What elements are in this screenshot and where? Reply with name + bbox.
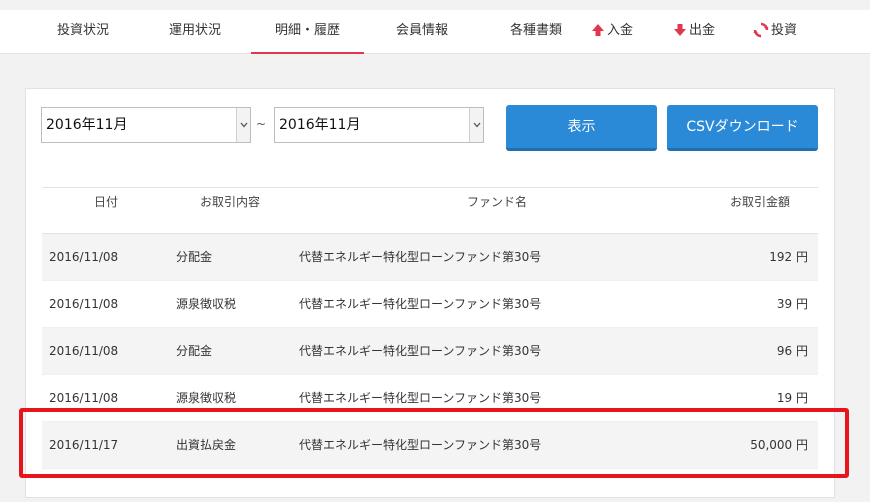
from-month-value: 2016年11月 bbox=[46, 117, 128, 133]
nav-item-investment-status[interactable]: 投資状況 bbox=[57, 10, 109, 52]
header-date: 日付 bbox=[94, 195, 119, 209]
row-amount: 39 円 bbox=[776, 297, 808, 311]
header-amount: お取引金額 bbox=[729, 195, 790, 209]
nav-item-invest[interactable]: 投資 bbox=[753, 10, 797, 52]
nav-item-statement-history[interactable]: 明細・履歴 bbox=[251, 10, 364, 54]
range-separator: ~ bbox=[256, 117, 267, 131]
csv-download-button[interactable]: CSVダウンロード bbox=[667, 105, 818, 151]
nav-item-operation-status[interactable]: 運用状況 bbox=[169, 10, 221, 52]
nav-item-member-info[interactable]: 会員情報 bbox=[396, 10, 448, 52]
row-type: 源泉徴収税 bbox=[176, 297, 237, 311]
refresh-icon bbox=[753, 22, 769, 37]
to-month-value: 2016年11月 bbox=[279, 117, 361, 133]
top-nav: 投資状況 運用状況 明細・履歴 会員情報 各種書類 入金 出金 投資 bbox=[0, 10, 870, 54]
chevron-down-icon bbox=[236, 108, 250, 142]
arrow-up-icon bbox=[592, 23, 604, 36]
display-button[interactable]: 表示 bbox=[506, 105, 657, 151]
nav-item-label: 出金 bbox=[689, 23, 716, 38]
nav-item-documents[interactable]: 各種書類 bbox=[510, 10, 562, 52]
row-date: 2016/11/08 bbox=[49, 297, 119, 311]
row-fund[interactable]: 代替エネルギー特化型ローンファンド第30号 bbox=[299, 328, 541, 375]
row-date: 2016/11/08 bbox=[49, 250, 119, 264]
from-month-select[interactable]: 2016年11月 bbox=[41, 107, 251, 143]
table-row: 2016/11/08 分配金 代替エネルギー特化型ローンファンド第30号 96 … bbox=[42, 328, 818, 375]
table-row: 2016/11/08 源泉徴収税 代替エネルギー特化型ローンファンド第30号 3… bbox=[42, 281, 818, 328]
table-row: 2016/11/08 分配金 代替エネルギー特化型ローンファンド第30号 192… bbox=[42, 234, 818, 281]
nav-item-withdrawal[interactable]: 出金 bbox=[673, 10, 715, 52]
chevron-down-icon bbox=[469, 108, 483, 142]
header-fund: ファンド名 bbox=[467, 195, 528, 209]
table-header: 日付 お取引内容 ファンド名 お取引金額 bbox=[42, 187, 818, 234]
header-type: お取引内容 bbox=[200, 195, 261, 209]
nav-item-label: 明細・履歴 bbox=[274, 23, 340, 38]
row-type: 分配金 bbox=[176, 250, 213, 264]
row-amount: 96 円 bbox=[776, 344, 808, 358]
nav-item-label: 投資 bbox=[771, 23, 798, 38]
row-date: 2016/11/08 bbox=[49, 344, 119, 358]
to-month-select[interactable]: 2016年11月 bbox=[274, 107, 484, 143]
highlight-box bbox=[19, 408, 849, 478]
row-amount: 192 円 bbox=[769, 250, 808, 264]
arrow-down-icon bbox=[674, 23, 686, 36]
row-fund[interactable]: 代替エネルギー特化型ローンファンド第30号 bbox=[299, 234, 541, 281]
nav-item-deposit[interactable]: 入金 bbox=[591, 10, 633, 52]
row-type: 分配金 bbox=[176, 344, 213, 358]
nav-item-label: 入金 bbox=[607, 23, 634, 38]
row-fund[interactable]: 代替エネルギー特化型ローンファンド第30号 bbox=[299, 281, 541, 328]
